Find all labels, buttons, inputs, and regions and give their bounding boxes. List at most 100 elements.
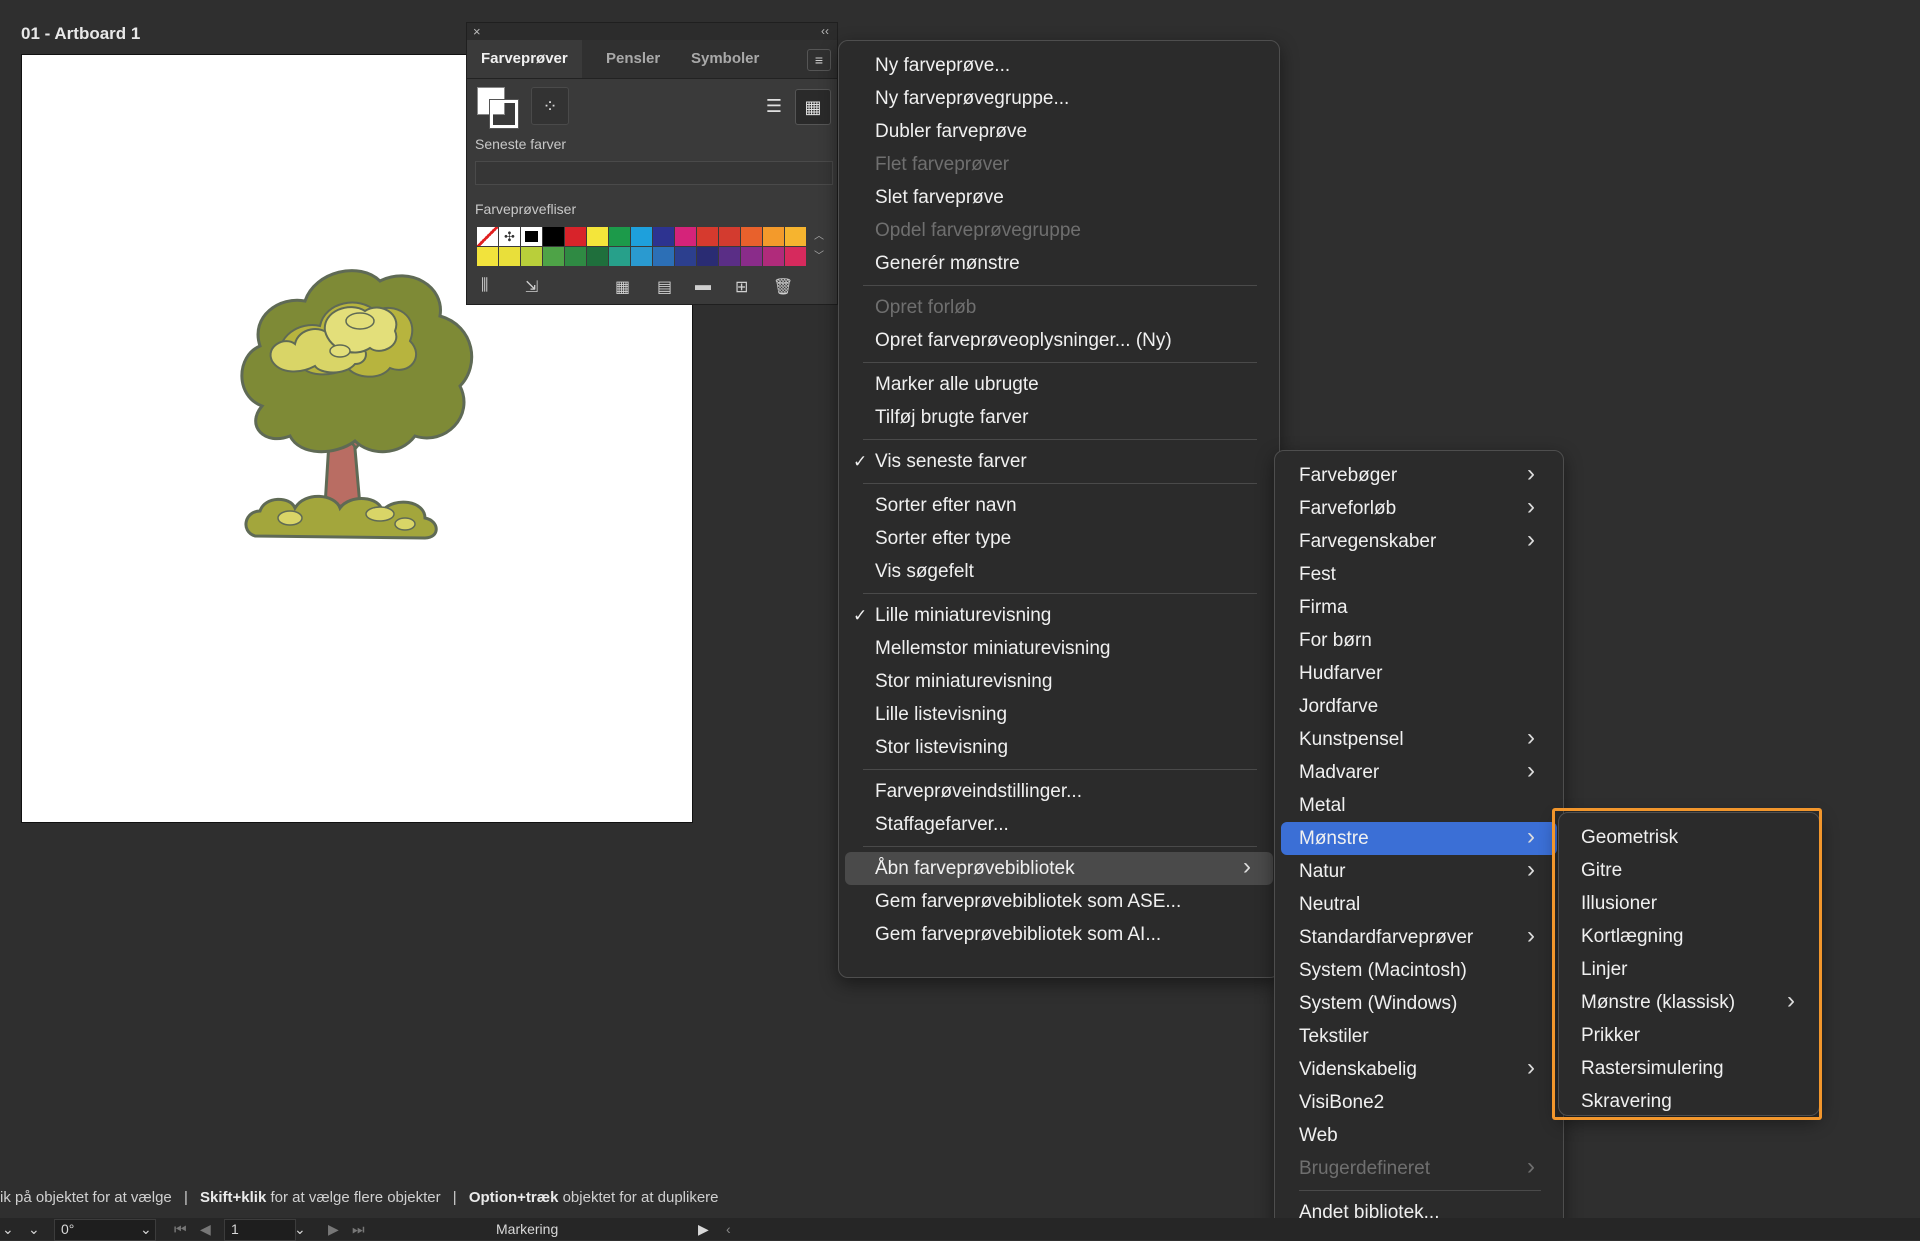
main-menu-item-16[interactable]: Mellemstor miniaturevisning	[875, 632, 1110, 665]
swatch-tile[interactable]	[543, 227, 564, 246]
library-menu-item-17[interactable]: Tekstiler	[1299, 1020, 1369, 1053]
swatch-tile[interactable]	[763, 227, 784, 246]
stroke-swatch[interactable]	[489, 99, 519, 129]
swatch-tile[interactable]	[741, 247, 762, 266]
swatch-tile[interactable]	[521, 247, 542, 266]
main-menu-item-2[interactable]: Dubler farveprøve	[875, 115, 1027, 148]
library-menu-item-1[interactable]: Farveforløb	[1299, 492, 1396, 525]
swatch-tile[interactable]	[587, 247, 608, 266]
library-menu-item-0[interactable]: Farvebøger	[1299, 459, 1397, 492]
library-menu-item-10[interactable]: Metal	[1299, 789, 1345, 822]
scroll-left-icon[interactable]: ‹	[726, 1220, 731, 1238]
patterns-menu-item-6[interactable]: Prikker	[1581, 1019, 1640, 1052]
swatch-tile[interactable]	[499, 247, 520, 266]
library-menu-item-14[interactable]: Standardfarveprøver	[1299, 921, 1473, 954]
swatch-tile[interactable]	[587, 227, 608, 246]
swatch-scroll-arrows-icon[interactable]: ︿ ﹀	[811, 227, 827, 267]
chevron-down-icon[interactable]: ⌄	[2, 1220, 14, 1238]
swatch-tile[interactable]	[521, 227, 542, 246]
library-menu-item-3[interactable]: Fest	[1299, 558, 1336, 591]
patterns-menu-item-0[interactable]: Geometrisk	[1581, 821, 1678, 854]
chevron-down-icon[interactable]: ⌄	[140, 1220, 152, 1238]
play-icon[interactable]: ▶	[698, 1220, 709, 1238]
main-menu-item-14[interactable]: Vis søgefelt	[875, 555, 974, 588]
tree-illustration[interactable]	[230, 256, 500, 546]
main-menu-item-20[interactable]: Farveprøveindstillinger...	[875, 775, 1082, 808]
library-menu-item-6[interactable]: Hudfarver	[1299, 657, 1382, 690]
library-menu-item-7[interactable]: Jordfarve	[1299, 690, 1378, 723]
chevron-down-icon[interactable]: ⌄	[294, 1220, 306, 1238]
new-group-folder-icon[interactable]: ▬	[695, 277, 711, 295]
new-swatch-icon[interactable]: ⊞	[735, 277, 748, 297]
main-menu-item-22[interactable]: Åbn farveprøvebibliotek	[875, 852, 1075, 885]
main-menu-item-9[interactable]: Marker alle ubrugte	[875, 368, 1039, 401]
fill-stroke-indicator[interactable]	[477, 87, 523, 129]
place-swatches-icon[interactable]: ⇲	[525, 277, 538, 297]
library-menu-item-8[interactable]: Kunstpensel	[1299, 723, 1404, 756]
swatch-tile[interactable]	[697, 247, 718, 266]
patterns-menu-item-3[interactable]: Kortlægning	[1581, 920, 1683, 953]
library-menu-item-4[interactable]: Firma	[1299, 591, 1348, 624]
main-menu-item-10[interactable]: Tilføj brugte farver	[875, 401, 1028, 434]
main-menu-item-17[interactable]: Stor miniaturevisning	[875, 665, 1052, 698]
library-menu-item-9[interactable]: Madvarer	[1299, 756, 1379, 789]
list-view-icon[interactable]: ☰	[757, 89, 791, 123]
patterns-menu-item-1[interactable]: Gitre	[1581, 854, 1622, 887]
main-menu-item-23[interactable]: Gem farveprøvebibliotek som ASE...	[875, 885, 1181, 918]
tab-pensler[interactable]: Pensler	[592, 40, 674, 78]
swatch-tile[interactable]	[543, 247, 564, 266]
library-menu-item-16[interactable]: System (Windows)	[1299, 987, 1457, 1020]
swatch-tile[interactable]	[565, 247, 586, 266]
library-menu-item-18[interactable]: Videnskabelig	[1299, 1053, 1417, 1086]
library-menu-item-19[interactable]: VisiBone2	[1299, 1086, 1384, 1119]
previous-artboard-icon[interactable]: ◀	[200, 1220, 211, 1238]
trash-icon[interactable]: 🗑	[773, 277, 793, 297]
next-artboard-icon[interactable]: ▶	[328, 1220, 339, 1238]
main-menu-item-12[interactable]: Sorter efter navn	[875, 489, 1017, 522]
first-artboard-icon[interactable]: ⏮	[174, 1220, 187, 1238]
patterns-menu-item-4[interactable]: Linjer	[1581, 953, 1627, 986]
library-menu-item-13[interactable]: Neutral	[1299, 888, 1360, 921]
main-menu-item-11[interactable]: Vis seneste farver	[875, 445, 1027, 478]
swatch-tile[interactable]	[763, 247, 784, 266]
swatch-tile[interactable]	[653, 247, 674, 266]
patterns-menu-item-7[interactable]: Rastersimulering	[1581, 1052, 1724, 1085]
swatch-tile[interactable]	[719, 227, 740, 246]
swatch-kinds-icon[interactable]: ▦	[615, 277, 630, 297]
main-menu-item-4[interactable]: Slet farveprøve	[875, 181, 1004, 214]
swatch-tile[interactable]	[609, 247, 630, 266]
main-menu-item-8[interactable]: Opret farveprøveoplysninger... (Ny)	[875, 324, 1172, 357]
swatch-tile[interactable]	[609, 227, 630, 246]
swatch-tile[interactable]	[477, 227, 498, 246]
swatch-tile[interactable]	[741, 227, 762, 246]
chevron-down-icon[interactable]: ⌄	[28, 1220, 40, 1238]
patterns-menu-item-2[interactable]: Illusioner	[1581, 887, 1657, 920]
main-menu-item-19[interactable]: Stor listevisning	[875, 731, 1008, 764]
panel-menu-icon[interactable]: ≡	[807, 49, 831, 71]
main-menu-item-6[interactable]: Generér mønstre	[875, 247, 1020, 280]
swatch-tile[interactable]	[653, 227, 674, 246]
patterns-menu-item-5[interactable]: Mønstre (klassisk)	[1581, 986, 1735, 1019]
swatch-tile[interactable]	[785, 227, 806, 246]
patterns-menu-item-8[interactable]: Skravering	[1581, 1085, 1672, 1118]
library-menu-item-15[interactable]: System (Macintosh)	[1299, 954, 1467, 987]
last-artboard-icon[interactable]: ⏭	[352, 1220, 365, 1238]
close-icon[interactable]: ×	[473, 23, 481, 40]
main-menu-item-21[interactable]: Staffagefarver...	[875, 808, 1009, 841]
tab-symboler[interactable]: Symboler	[677, 40, 773, 78]
tab-farveproever[interactable]: Farveprøver	[467, 40, 582, 78]
swatch-tile[interactable]	[477, 247, 498, 266]
collapse-icon[interactable]: ‹‹	[821, 23, 829, 40]
swatch-tile[interactable]	[675, 247, 696, 266]
main-menu-item-15[interactable]: Lille miniaturevisning	[875, 599, 1051, 632]
library-menu-icon[interactable]: ⫼	[481, 277, 488, 295]
swatch-tile[interactable]	[697, 227, 718, 246]
library-menu-item-11[interactable]: Mønstre	[1299, 822, 1369, 855]
main-menu-item-18[interactable]: Lille listevisning	[875, 698, 1007, 731]
main-menu-item-1[interactable]: Ny farveprøvegruppe...	[875, 82, 1069, 115]
grid-view-icon[interactable]: ▦	[795, 89, 831, 125]
swatch-options-footer-icon[interactable]: ▤	[657, 277, 672, 297]
main-menu-item-0[interactable]: Ny farveprøve...	[875, 49, 1010, 82]
swatch-tile[interactable]	[631, 227, 652, 246]
swatch-tile[interactable]	[675, 227, 696, 246]
